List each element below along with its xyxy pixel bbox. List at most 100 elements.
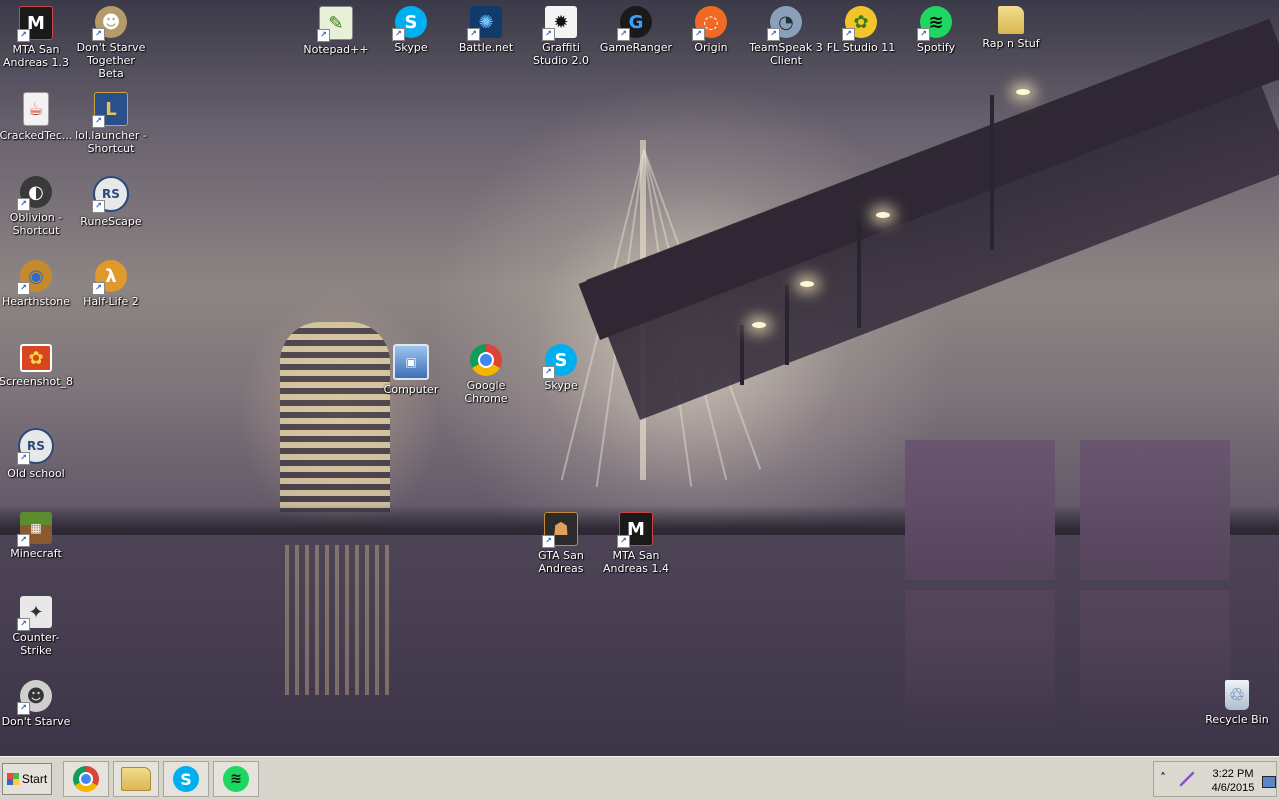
fl-studio-icon: ✿ ↗ bbox=[842, 6, 877, 41]
pen-tablet-icon[interactable] bbox=[1178, 770, 1196, 788]
desktop-icon[interactable]: RS ↗ Old school bbox=[0, 428, 74, 480]
chrome-center-icon bbox=[478, 352, 494, 368]
desktop[interactable]: M ↗ MTA San Andreas 1.3 ☻ ↗ Don't Starve T… bbox=[0, 0, 1279, 756]
desktop-icon[interactable]: λ ↗ Half-Life 2 bbox=[73, 260, 149, 308]
icon-glyph: ≋ bbox=[928, 11, 944, 33]
icon-label: CrackedTec... bbox=[0, 129, 73, 142]
icon-label: Minecraft bbox=[10, 547, 62, 560]
shortcut-arrow-icon: ↗ bbox=[17, 198, 30, 211]
desktop-icon[interactable]: M ↗ MTA San Andreas 1.4 bbox=[598, 512, 674, 575]
taskbar-pin-skype[interactable]: S bbox=[163, 761, 209, 797]
desktop-icon[interactable]: ✺ ↗ Battle.net bbox=[448, 6, 524, 54]
street-lamp-light bbox=[1016, 89, 1030, 95]
icon-label: Screenshot_8 bbox=[0, 375, 74, 388]
system-tray: ˄ 3:22 PM 4/6/2015 bbox=[1153, 761, 1277, 797]
windows-logo-icon bbox=[6, 773, 19, 785]
shortcut-arrow-icon: ↗ bbox=[92, 282, 105, 295]
shortcut-arrow-icon: ↗ bbox=[767, 28, 780, 41]
desktop-icon[interactable]: ✦ ↗ Counter-Strike bbox=[0, 596, 74, 657]
start-button[interactable]: Start bbox=[2, 763, 52, 795]
icon-label: Don't Starve bbox=[1, 715, 71, 728]
taskbar-pin-explorer[interactable] bbox=[113, 761, 159, 797]
icon-label: MTA San Andreas 1.3 bbox=[3, 43, 69, 69]
clock[interactable]: 3:22 PM 4/6/2015 bbox=[1204, 767, 1262, 795]
desktop-icon[interactable]: G ↗ GameRanger bbox=[598, 6, 674, 54]
icon-glyph: ☗ bbox=[552, 518, 570, 540]
network-icon[interactable] bbox=[1262, 776, 1276, 788]
shortcut-arrow-icon: ↗ bbox=[842, 28, 855, 41]
shortcut-arrow-icon: ↗ bbox=[542, 535, 555, 548]
shortcut-arrow-icon: ↗ bbox=[17, 282, 30, 295]
half-life-2-icon: λ ↗ bbox=[92, 260, 127, 295]
icon-glyph: λ bbox=[105, 265, 117, 287]
chrome-icon bbox=[73, 766, 99, 792]
desktop-icon[interactable]: ▦ ↗ Minecraft bbox=[0, 512, 74, 560]
street-lamp-pole bbox=[785, 285, 789, 365]
shortcut-arrow-icon: ↗ bbox=[542, 366, 555, 379]
icon-label: Old school bbox=[7, 467, 65, 480]
desktop-icon[interactable]: ≋ ↗ Spotify bbox=[898, 6, 974, 54]
desktop-icon[interactable]: L ↗ lol.launcher - Shortcut bbox=[73, 92, 149, 155]
tray-overflow-chevron-icon[interactable]: ˄ bbox=[1160, 771, 1166, 785]
runescape-icon: RS ↗ bbox=[92, 176, 129, 213]
file-explorer-icon bbox=[121, 767, 151, 791]
desktop-icon[interactable]: ☻ ↗ Don't Starve bbox=[0, 680, 74, 728]
desktop-icon[interactable]: ♲ Recycle Bin bbox=[1199, 680, 1275, 726]
icon-label: Half-Life 2 bbox=[83, 295, 139, 308]
taskbar-pin-spotify[interactable]: ≋ bbox=[213, 761, 259, 797]
shortcut-arrow-icon: ↗ bbox=[17, 29, 30, 42]
icon-glyph: ◌ bbox=[703, 11, 719, 33]
desktop-icon[interactable]: ✹ ↗ Graffiti Studio 2.0 bbox=[523, 6, 599, 67]
icon-glyph: ▣ bbox=[405, 355, 417, 369]
desktop-icon[interactable]: Rap n Stuf bbox=[973, 6, 1049, 50]
icon-glyph: G bbox=[628, 11, 644, 33]
dont-starve-icon: ☻ ↗ bbox=[17, 680, 52, 715]
chrome-icon bbox=[470, 344, 502, 376]
icon-glyph: ♲ bbox=[1228, 684, 1246, 706]
league-of-legends-icon: L ↗ bbox=[92, 92, 128, 128]
desktop-icon[interactable]: ◉ ↗ Hearthstone bbox=[0, 260, 74, 308]
desktop-icon[interactable]: M ↗ MTA San Andreas 1.3 bbox=[0, 6, 74, 69]
gameranger-icon: G ↗ bbox=[617, 6, 652, 41]
icon-glyph: ✦ bbox=[28, 601, 44, 623]
desktop-icon[interactable]: Google Chrome bbox=[448, 344, 524, 405]
desktop-icon[interactable]: ◌ ↗ Origin bbox=[673, 6, 749, 54]
shortcut-arrow-icon: ↗ bbox=[692, 28, 705, 41]
desktop-icon[interactable]: ◔ ↗ TeamSpeak 3 Client bbox=[748, 6, 824, 67]
desktop-icon[interactable]: S ↗ Skype bbox=[523, 344, 599, 392]
desktop-icon[interactable]: S ↗ Skype bbox=[373, 6, 449, 54]
desktop-icon[interactable]: ◐ ↗ Oblivion - Shortcut bbox=[0, 176, 74, 237]
desktop-icon[interactable]: ☻ ↗ Don't Starve Together Beta bbox=[73, 6, 149, 80]
gta-san-andreas-icon: ☗ ↗ bbox=[542, 512, 578, 548]
icon-glyph: ☕ bbox=[27, 98, 45, 120]
desktop-icon[interactable]: ✿ ↗ FL Studio 11 bbox=[823, 6, 899, 54]
street-lamp-pole bbox=[857, 218, 861, 328]
icon-label: Rap n Stuf bbox=[982, 37, 1040, 50]
folder-icon bbox=[998, 6, 1024, 34]
origin-icon: ◌ ↗ bbox=[692, 6, 727, 41]
desktop-icon[interactable]: ☗ ↗ GTA San Andreas bbox=[523, 512, 599, 575]
icon-label: Recycle Bin bbox=[1205, 713, 1269, 726]
icon-label: Oblivion - Shortcut bbox=[9, 211, 63, 237]
icon-glyph: S bbox=[554, 349, 568, 371]
icon-label: Hearthstone bbox=[1, 295, 71, 308]
chrome-center-icon bbox=[79, 772, 93, 786]
taskbar-pin-chrome[interactable] bbox=[63, 761, 109, 797]
spotify-icon: ≋ ↗ bbox=[917, 6, 952, 41]
shortcut-arrow-icon: ↗ bbox=[917, 28, 930, 41]
shortcut-arrow-icon: ↗ bbox=[317, 29, 330, 42]
desktop-icon[interactable]: ▣ Computer bbox=[373, 344, 449, 396]
desktop-icon[interactable]: ✎ ↗ Notepad++ bbox=[298, 6, 374, 56]
desktop-icon[interactable]: ✿ Screenshot_8 bbox=[0, 344, 74, 388]
shortcut-arrow-icon: ↗ bbox=[92, 28, 105, 41]
image-file-icon: ✿ bbox=[20, 344, 52, 372]
desktop-icon[interactable]: RS ↗ RuneScape bbox=[73, 176, 149, 228]
icon-glyph: ▦ bbox=[30, 521, 42, 535]
desktop-icon[interactable]: ☕ CrackedTec... bbox=[0, 92, 74, 142]
clock-date: 4/6/2015 bbox=[1211, 782, 1255, 794]
bridge-pier bbox=[1080, 440, 1230, 580]
shortcut-arrow-icon: ↗ bbox=[467, 28, 480, 41]
counter-strike-icon: ✦ ↗ bbox=[17, 596, 52, 631]
street-lamp-pole bbox=[990, 95, 994, 250]
icon-label: GameRanger bbox=[599, 41, 673, 54]
